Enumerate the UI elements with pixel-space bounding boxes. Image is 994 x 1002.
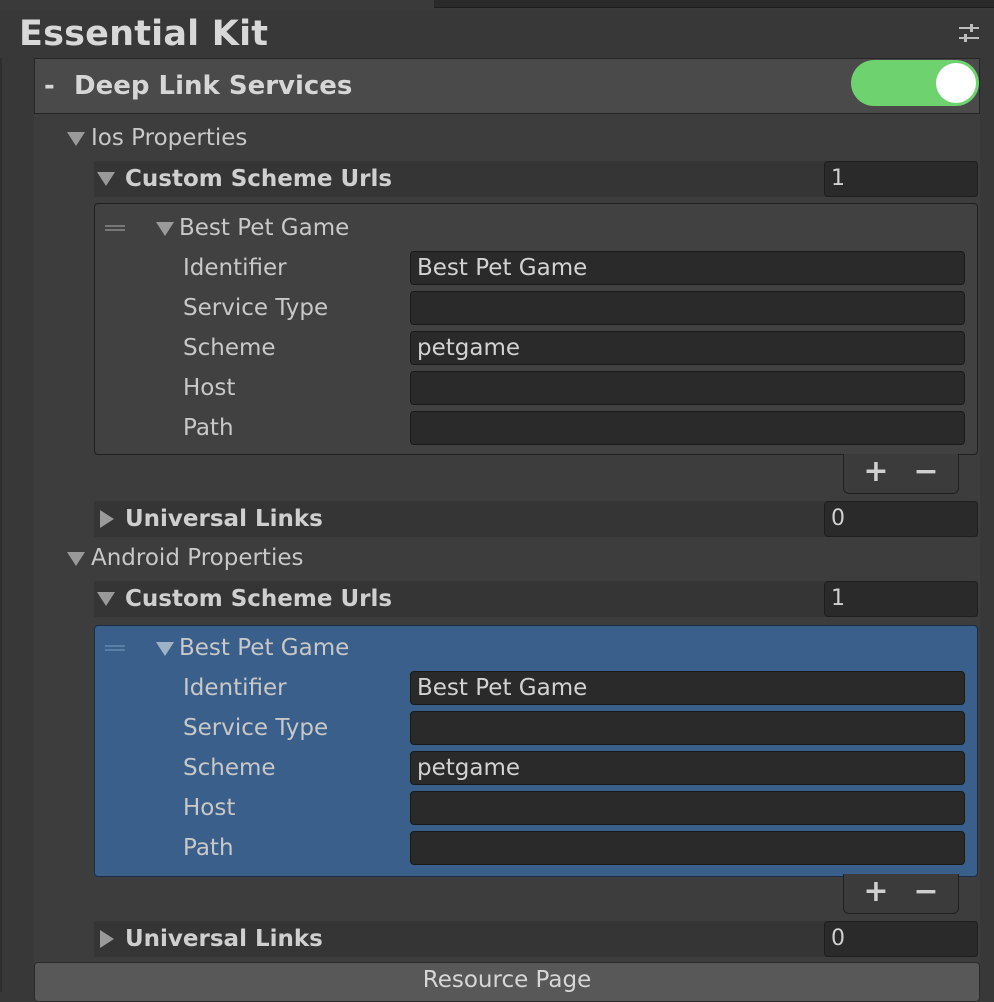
- enable-toggle[interactable]: [851, 60, 979, 106]
- ios-custom-scheme-label[interactable]: Custom Scheme Urls: [125, 161, 392, 197]
- collapse-minus-icon[interactable]: -: [44, 62, 55, 110]
- section-title: Deep Link Services: [74, 71, 353, 101]
- ios-list-controls: + −: [843, 454, 959, 494]
- android-scheme-field[interactable]: petgame: [410, 751, 965, 785]
- add-item-button[interactable]: +: [856, 874, 896, 910]
- resource-page-button[interactable]: Resource Page: [34, 962, 980, 1002]
- ios-service-type-label: Service Type: [183, 295, 329, 321]
- top-tab-bar: [434, 0, 994, 8]
- android-identifier-label: Identifier: [183, 675, 287, 701]
- ios-foldout-arrow-icon[interactable]: [67, 132, 85, 146]
- android-path-field[interactable]: [410, 831, 965, 865]
- android-item-foldout-arrow-icon[interactable]: [156, 642, 174, 656]
- android-scheme-label: Scheme: [183, 755, 276, 781]
- ios-path-field[interactable]: [410, 411, 965, 445]
- ios-properties-label[interactable]: Ios Properties: [91, 118, 247, 158]
- android-host-field[interactable]: [410, 791, 965, 825]
- android-service-type-field[interactable]: [410, 711, 965, 745]
- left-border: [0, 58, 2, 992]
- android-custom-scheme-arrow-icon[interactable]: [97, 592, 115, 606]
- ios-scheme-label: Scheme: [183, 335, 276, 361]
- sliders-icon[interactable]: [956, 20, 982, 46]
- remove-item-button[interactable]: −: [906, 454, 946, 490]
- android-universal-links-arrow-icon[interactable]: [100, 930, 114, 948]
- ios-host-field[interactable]: [410, 371, 965, 405]
- ios-identifier-field[interactable]: Best Pet Game: [410, 251, 965, 285]
- drag-handle-icon[interactable]: [105, 645, 125, 651]
- toggle-knob: [936, 63, 976, 103]
- ios-path-label: Path: [183, 415, 234, 441]
- add-item-button[interactable]: +: [856, 454, 896, 490]
- top-strip: [0, 0, 994, 10]
- drag-handle-icon[interactable]: [105, 225, 125, 231]
- page-title: Essential Kit: [19, 14, 269, 54]
- android-universal-links-count[interactable]: 0: [824, 921, 978, 957]
- android-properties-label[interactable]: Android Properties: [91, 538, 303, 578]
- android-item-name[interactable]: Best Pet Game: [179, 628, 349, 668]
- ios-item-foldout-arrow-icon[interactable]: [156, 222, 174, 236]
- android-path-label: Path: [183, 835, 234, 861]
- ios-universal-links-label[interactable]: Universal Links: [125, 501, 323, 537]
- ios-custom-scheme-arrow-icon[interactable]: [97, 172, 115, 186]
- android-custom-scheme-count[interactable]: 1: [824, 581, 978, 617]
- ios-scheme-field[interactable]: petgame: [410, 331, 965, 365]
- ios-universal-links-count[interactable]: 0: [824, 501, 978, 537]
- ios-custom-scheme-count[interactable]: 1: [824, 161, 978, 197]
- android-host-label: Host: [183, 795, 236, 821]
- android-custom-scheme-label[interactable]: Custom Scheme Urls: [125, 581, 392, 617]
- android-list-controls: + −: [843, 874, 959, 914]
- remove-item-button[interactable]: −: [906, 874, 946, 910]
- ios-identifier-label: Identifier: [183, 255, 287, 281]
- android-foldout-arrow-icon[interactable]: [67, 552, 85, 566]
- android-service-type-label: Service Type: [183, 715, 329, 741]
- ios-universal-links-arrow-icon[interactable]: [100, 510, 114, 528]
- ios-service-type-field[interactable]: [410, 291, 965, 325]
- ios-item-name[interactable]: Best Pet Game: [179, 208, 349, 248]
- android-universal-links-label[interactable]: Universal Links: [125, 921, 323, 957]
- android-identifier-field[interactable]: Best Pet Game: [410, 671, 965, 705]
- ios-host-label: Host: [183, 375, 236, 401]
